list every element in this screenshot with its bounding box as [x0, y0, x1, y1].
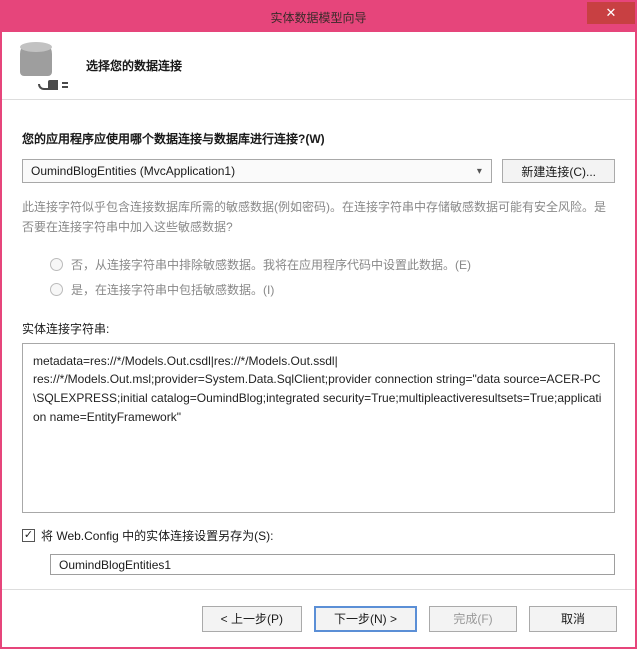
connection-string-box[interactable]: metadata=res://*/Models.Out.csdl|res://*… — [22, 343, 615, 513]
cancel-button[interactable]: 取消 — [529, 606, 617, 632]
save-config-label: 将 Web.Config 中的实体连接设置另存为(S): — [41, 527, 273, 544]
close-icon: ✕ — [606, 5, 617, 21]
database-plug-icon — [20, 44, 64, 88]
titlebar[interactable]: 实体数据模型向导 ✕ — [2, 2, 635, 32]
connection-prompt: 您的应用程序应使用哪个数据连接与数据库进行连接?(W) — [22, 130, 615, 147]
wizard-footer: < 上一步(P) 下一步(N) > 完成(F) 取消 — [2, 589, 635, 647]
radio-icon — [50, 283, 63, 296]
connection-selected: OumindBlogEntities (MvcApplication1) — [31, 164, 235, 178]
wizard-window: 实体数据模型向导 ✕ 选择您的数据连接 您的应用程序应使用哪个数据连接与数据库进… — [0, 0, 637, 649]
connection-dropdown[interactable]: OumindBlogEntities (MvcApplication1) ▾ — [22, 159, 492, 183]
finish-button: 完成(F) — [429, 606, 517, 632]
sensitive-data-radios: 否，从连接字符串中排除敏感数据。我将在应用程序代码中设置此数据。(E) 是，在连… — [22, 248, 615, 306]
close-button[interactable]: ✕ — [587, 2, 635, 24]
new-connection-button[interactable]: 新建连接(C)... — [502, 159, 615, 183]
radio-include-label: 是，在连接字符串中包括敏感数据。(I) — [71, 281, 274, 298]
radio-exclude-label: 否，从连接字符串中排除敏感数据。我将在应用程序代码中设置此数据。(E) — [71, 256, 471, 273]
radio-include[interactable]: 是，在连接字符串中包括敏感数据。(I) — [50, 281, 615, 298]
save-name-input[interactable]: OumindBlogEntities1 — [50, 554, 615, 575]
save-config-row: ✓ 将 Web.Config 中的实体连接设置另存为(S): — [22, 527, 615, 544]
prev-button[interactable]: < 上一步(P) — [202, 606, 302, 632]
chevron-down-icon: ▾ — [471, 166, 487, 177]
sensitive-data-info: 此连接字符似乎包含连接数据库所需的敏感数据(例如密码)。在连接字符串中存储敏感数… — [22, 197, 615, 238]
next-button[interactable]: 下一步(N) > — [314, 606, 417, 632]
connection-string-text: metadata=res://*/Models.Out.csdl|res://*… — [33, 354, 601, 424]
radio-icon — [50, 258, 63, 271]
connection-string-label: 实体连接字符串: — [22, 320, 615, 337]
wizard-content: 您的应用程序应使用哪个数据连接与数据库进行连接?(W) OumindBlogEn… — [2, 100, 635, 589]
radio-exclude[interactable]: 否，从连接字符串中排除敏感数据。我将在应用程序代码中设置此数据。(E) — [50, 256, 615, 273]
save-config-checkbox[interactable]: ✓ — [22, 529, 35, 542]
connection-row: OumindBlogEntities (MvcApplication1) ▾ 新… — [22, 159, 615, 183]
header-title: 选择您的数据连接 — [86, 57, 182, 74]
window-title: 实体数据模型向导 — [270, 9, 366, 26]
wizard-header: 选择您的数据连接 — [2, 32, 635, 100]
